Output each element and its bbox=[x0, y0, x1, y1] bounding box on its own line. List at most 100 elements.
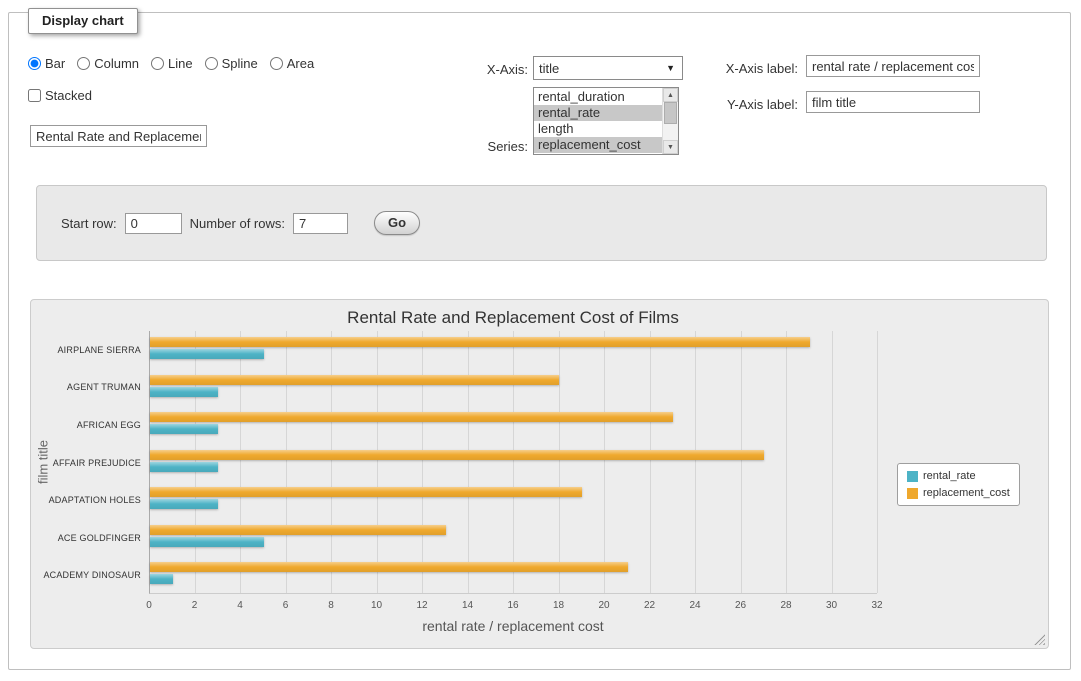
chart-type-option-label: Area bbox=[287, 56, 314, 71]
chart-title-input[interactable] bbox=[30, 125, 207, 147]
start-row-label: Start row: bbox=[61, 216, 117, 231]
bar-rental_rate bbox=[150, 387, 218, 397]
x-tick-label: 6 bbox=[274, 600, 298, 611]
series-option-rental_duration[interactable]: rental_duration bbox=[534, 89, 662, 105]
chart-type-option-line[interactable]: Line bbox=[151, 56, 193, 71]
x-tick-label: 2 bbox=[183, 600, 207, 611]
gridline bbox=[650, 331, 651, 593]
chart-type-radio-area[interactable] bbox=[270, 57, 283, 70]
y-axis-label-input[interactable] bbox=[806, 91, 980, 113]
gridline bbox=[513, 331, 514, 593]
bar-rental_rate bbox=[150, 574, 173, 584]
series-field-label: Series: bbox=[430, 139, 528, 154]
x-axis-label-field-label: X-Axis label: bbox=[700, 61, 798, 76]
legend-item-replacement_cost[interactable]: replacement_cost bbox=[907, 487, 1010, 499]
chart-area: Rental Rate and Replacement Cost of Film… bbox=[30, 299, 1049, 649]
legend-swatch bbox=[907, 471, 918, 482]
legend-label: rental_rate bbox=[923, 470, 976, 482]
chart-type-radio-bar[interactable] bbox=[28, 57, 41, 70]
category-label: ADAPTATION HOLES bbox=[31, 495, 141, 505]
category-label: AFFAIR PREJUDICE bbox=[31, 458, 141, 468]
scroll-thumb[interactable] bbox=[664, 102, 677, 124]
chart-type-option-bar[interactable]: Bar bbox=[28, 56, 65, 71]
chart-type-option-area[interactable]: Area bbox=[270, 56, 314, 71]
category-label: AIRPLANE SIERRA bbox=[31, 345, 141, 355]
x-axis-field-label: X-Axis: bbox=[430, 62, 528, 77]
chart-type-option-label: Line bbox=[168, 56, 193, 71]
gridline bbox=[877, 331, 878, 593]
bar-replacement_cost bbox=[150, 525, 446, 535]
chart-type-option-column[interactable]: Column bbox=[77, 56, 139, 71]
start-row-input[interactable] bbox=[125, 213, 182, 234]
stacked-label: Stacked bbox=[45, 88, 92, 103]
stacked-checkbox[interactable] bbox=[28, 89, 41, 102]
x-axis-label-input[interactable] bbox=[806, 55, 980, 77]
x-tick-label: 24 bbox=[683, 600, 707, 611]
x-tick-label: 8 bbox=[319, 600, 343, 611]
series-scrollbar[interactable]: ▲ ▼ bbox=[662, 88, 678, 154]
bar-rental_rate bbox=[150, 424, 218, 434]
bar-replacement_cost bbox=[150, 487, 582, 497]
series-option-rental_rate[interactable]: rental_rate bbox=[534, 105, 662, 121]
chart-type-option-label: Spline bbox=[222, 56, 258, 71]
x-tick-label: 32 bbox=[865, 600, 889, 611]
gridline bbox=[377, 331, 378, 593]
chart-title: Rental Rate and Replacement Cost of Film… bbox=[149, 308, 877, 328]
bar-rental_rate bbox=[150, 499, 218, 509]
category-label: ACE GOLDFINGER bbox=[31, 533, 141, 543]
scroll-up-icon[interactable]: ▲ bbox=[663, 88, 678, 102]
gridline bbox=[286, 331, 287, 593]
chart-type-option-spline[interactable]: Spline bbox=[205, 56, 258, 71]
series-options: rental_durationrental_ratelengthreplacem… bbox=[534, 88, 662, 154]
category-label: ACADEMY DINOSAUR bbox=[31, 570, 141, 580]
num-rows-input[interactable] bbox=[293, 213, 348, 234]
gridline bbox=[422, 331, 423, 593]
x-tick-label: 22 bbox=[638, 600, 662, 611]
go-button[interactable]: Go bbox=[374, 211, 420, 235]
gridline bbox=[240, 331, 241, 593]
x-axis-select[interactable]: title ▼ bbox=[533, 56, 683, 80]
plot-area bbox=[149, 331, 877, 594]
scroll-track[interactable] bbox=[663, 102, 678, 140]
page: Display chart BarColumnLineSplineArea St… bbox=[0, 0, 1081, 681]
chart-type-option-label: Bar bbox=[45, 56, 65, 71]
x-tick-label: 16 bbox=[501, 600, 525, 611]
x-tick-label: 10 bbox=[365, 600, 389, 611]
legend-label: replacement_cost bbox=[923, 487, 1010, 499]
bar-rental_rate bbox=[150, 537, 264, 547]
gridline bbox=[786, 331, 787, 593]
gridline bbox=[604, 331, 605, 593]
x-axis-selected-value: title bbox=[539, 61, 559, 76]
row-controls-panel: Start row: Number of rows: Go bbox=[36, 185, 1047, 261]
x-tick-label: 14 bbox=[456, 600, 480, 611]
chart-type-radio-spline[interactable] bbox=[205, 57, 218, 70]
legend-item-rental_rate[interactable]: rental_rate bbox=[907, 470, 1010, 482]
gridline bbox=[559, 331, 560, 593]
resize-handle[interactable] bbox=[1034, 634, 1045, 645]
x-tick-label: 30 bbox=[820, 600, 844, 611]
x-tick-label: 20 bbox=[592, 600, 616, 611]
stacked-option[interactable]: Stacked bbox=[28, 88, 92, 103]
scroll-down-icon[interactable]: ▼ bbox=[663, 140, 678, 154]
chart-type-option-label: Column bbox=[94, 56, 139, 71]
num-rows-label: Number of rows: bbox=[190, 216, 285, 231]
series-listbox[interactable]: rental_durationrental_ratelengthreplacem… bbox=[533, 87, 679, 155]
x-tick-label: 28 bbox=[774, 600, 798, 611]
bar-rental_rate bbox=[150, 349, 264, 359]
series-option-length[interactable]: length bbox=[534, 121, 662, 137]
category-label: AFRICAN EGG bbox=[31, 420, 141, 430]
chart-legend: rental_rate replacement_cost bbox=[897, 463, 1020, 506]
chart-type-radio-line[interactable] bbox=[151, 57, 164, 70]
gridline bbox=[741, 331, 742, 593]
x-tick-label: 0 bbox=[137, 600, 161, 611]
bar-replacement_cost bbox=[150, 562, 628, 572]
y-axis-label-field-label: Y-Axis label: bbox=[700, 97, 798, 112]
bar-replacement_cost bbox=[150, 450, 764, 460]
chart-type-radio-column[interactable] bbox=[77, 57, 90, 70]
x-tick-label: 12 bbox=[410, 600, 434, 611]
bar-replacement_cost bbox=[150, 375, 559, 385]
chart-type-group: Bar Column Line Spline Area bbox=[28, 56, 314, 71]
bar-replacement_cost bbox=[150, 337, 810, 347]
x-tick-label: 4 bbox=[228, 600, 252, 611]
series-option-replacement_cost[interactable]: replacement_cost bbox=[534, 137, 662, 153]
